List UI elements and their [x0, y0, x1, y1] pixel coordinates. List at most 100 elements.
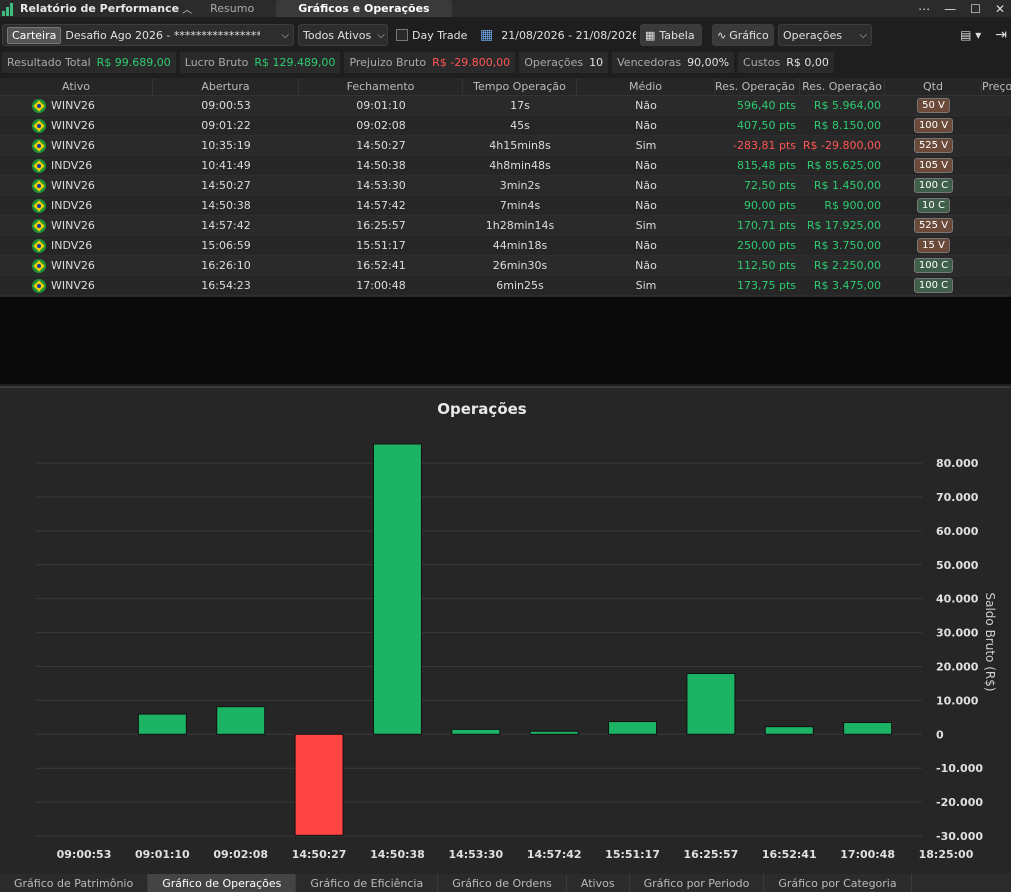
- col-res-rs[interactable]: Res. Operação: [800, 78, 885, 95]
- cell-ativo: WINV26: [0, 278, 153, 293]
- table-row[interactable]: WINV26 14:57:42 16:25:57 1h28min14s Sim 170,7…: [0, 216, 1011, 236]
- cell-fechamento: 14:57:42: [356, 199, 406, 212]
- brazil-flag-icon: [32, 138, 46, 153]
- table-row[interactable]: WINV26 09:00:53 09:01:10 17s Não 596,40 pts R$…: [0, 96, 1011, 116]
- bar-1: [216, 706, 266, 735]
- stat-resultado-total: Resultado Total R$ 99.689,00: [2, 52, 176, 73]
- table-row[interactable]: WINV26 14:50:27 14:53:30 3min2s Não 72,50 pts…: [0, 176, 1011, 196]
- more-options-icon[interactable]: ⋯: [918, 2, 930, 16]
- cell-abertura: 14:57:42: [201, 219, 251, 232]
- minimize-icon[interactable]: —: [944, 2, 956, 16]
- stat-label: Operações: [524, 56, 584, 69]
- cell-res-pts: 173,75 pts: [736, 279, 796, 292]
- tabela-button[interactable]: ▦ Tabela: [640, 24, 702, 46]
- cell-qtd: 100 C: [885, 258, 982, 273]
- table-row[interactable]: INDV26 14:50:38 14:57:42 7min4s Não 90,00 pts…: [0, 196, 1011, 216]
- tab-grafico-categoria[interactable]: Gráfico por Categoria: [764, 874, 912, 892]
- chart-type-select[interactable]: Operações ⌵: [778, 24, 872, 46]
- y-tick-label: 30.000: [936, 627, 979, 640]
- stat-value: R$ 0,00: [786, 56, 829, 69]
- cell-medio: Sim: [635, 279, 657, 292]
- table-row[interactable]: WINV26 16:26:10 16:52:41 26min30s Não 112,50 …: [0, 256, 1011, 276]
- bar-3: [372, 443, 422, 735]
- stat-value: 90,00%: [687, 56, 730, 69]
- tab-resumo[interactable]: Resumo: [192, 0, 272, 17]
- chart-type-value: Operações: [783, 28, 842, 42]
- exit-icon[interactable]: ⇥: [995, 27, 1007, 43]
- assets-filter-select[interactable]: Todos Ativos ⌵: [298, 24, 388, 46]
- col-abertura[interactable]: Abertura: [153, 78, 299, 95]
- col-qtd[interactable]: Qtd: [885, 78, 982, 95]
- cell-qtd: 100 V: [885, 118, 982, 133]
- x-tick-label: 17:00:48: [840, 848, 895, 861]
- chevron-up-icon[interactable]: ︿: [182, 1, 192, 16]
- col-ativo[interactable]: Ativo: [0, 78, 153, 95]
- brazil-flag-icon: [32, 238, 46, 253]
- carteira-button[interactable]: Carteira: [7, 26, 62, 44]
- tab-graficos-operacoes[interactable]: Gráficos e Operações: [276, 0, 452, 17]
- qty-badge: 100 V: [913, 118, 954, 133]
- cell-qtd: 105 V: [885, 158, 982, 173]
- grafico-button[interactable]: ∿ Gráfico: [712, 24, 774, 46]
- table-row[interactable]: WINV26 10:35:19 14:50:27 4h15min8s Sim -283,8…: [0, 136, 1011, 156]
- checkbox-icon[interactable]: [396, 29, 408, 41]
- cell-ativo: INDV26: [0, 158, 153, 173]
- table-row[interactable]: WINV26 09:01:22 09:02:08 45s Não 407,50 pts R$…: [0, 116, 1011, 136]
- maximize-icon[interactable]: ☐: [970, 2, 981, 16]
- table-row[interactable]: INDV26 15:06:59 15:51:17 44min18s Não 250,00 …: [0, 236, 1011, 256]
- cell-fechamento: 17:00:48: [356, 279, 406, 292]
- empty-panel: [0, 297, 1011, 384]
- qty-badge: 525 V: [913, 138, 954, 153]
- stat-value: R$ 129.489,00: [254, 56, 336, 69]
- close-icon[interactable]: ✕: [995, 2, 1005, 16]
- cell-abertura: 14:50:38: [201, 199, 251, 212]
- chart-title: Operações: [437, 400, 527, 418]
- y-tick-label: 20.000: [936, 660, 979, 673]
- cell-abertura: 10:35:19: [201, 139, 251, 152]
- date-range-value: 21/08/2026 - 21/08/2026: [501, 28, 636, 42]
- tab-grafico-operacoes[interactable]: Gráfico de Operações: [148, 874, 297, 892]
- cell-qtd: 15 V: [885, 238, 982, 253]
- brazil-flag-icon: [32, 278, 46, 293]
- cell-fechamento: 15:51:17: [356, 239, 406, 252]
- export-icon[interactable]: ▤ ▾: [960, 28, 981, 42]
- x-tick-label: 09:00:53: [57, 848, 112, 861]
- tab-grafico-periodo[interactable]: Gráfico por Periodo: [630, 874, 765, 892]
- cell-tempo: 7min4s: [499, 199, 541, 212]
- brazil-flag-icon: [32, 198, 46, 213]
- table-row[interactable]: WINV26 16:54:23 17:00:48 6min25s Sim 173,75 p…: [0, 276, 1011, 296]
- table-row[interactable]: INDV26 10:41:49 14:50:38 4h8min48s Não 815,48…: [0, 156, 1011, 176]
- tab-grafico-patrimonio[interactable]: Gráfico de Patrimônio: [0, 874, 149, 892]
- tab-grafico-ordens[interactable]: Gráfico de Ordens: [438, 874, 567, 892]
- calendar-icon[interactable]: ▦: [480, 27, 493, 43]
- cell-fechamento: 14:53:30: [356, 179, 406, 192]
- tab-ativos[interactable]: Ativos: [567, 874, 630, 892]
- bar-2: [294, 733, 344, 836]
- table-header: Ativo Abertura Fechamento Tempo Operação…: [0, 78, 1011, 96]
- chevron-down-icon: ⌵: [859, 29, 867, 41]
- qty-badge: 50 V: [917, 98, 950, 113]
- col-preco[interactable]: Preço: [982, 78, 1011, 95]
- qty-badge: 525 V: [913, 218, 954, 233]
- portfolio-select[interactable]: Carteira Desafio Ago 2026 - ************…: [2, 24, 294, 46]
- cell-res-pts: 72,50 pts: [743, 179, 796, 192]
- cell-tempo: 45s: [510, 119, 530, 132]
- daytrade-checkbox[interactable]: Day Trade: [392, 24, 472, 46]
- tab-grafico-eficiencia[interactable]: Gráfico de Eficiência: [296, 874, 439, 892]
- cell-medio: Não: [635, 239, 657, 252]
- stat-label: Vencedoras: [617, 56, 682, 69]
- bar-6: [608, 721, 658, 735]
- date-range-picker[interactable]: ▦ 21/08/2026 - 21/08/2026: [476, 24, 636, 46]
- col-tempo[interactable]: Tempo Operação: [463, 78, 577, 95]
- cell-ativo: WINV26: [0, 178, 153, 193]
- cell-abertura: 10:41:49: [201, 159, 251, 172]
- stat-vencedoras: Vencedoras 90,00%: [612, 52, 735, 73]
- col-fechamento[interactable]: Fechamento: [299, 78, 463, 95]
- cell-ativo: INDV26: [0, 198, 153, 213]
- col-medio[interactable]: Médio: [577, 78, 715, 95]
- qty-badge: 100 C: [913, 278, 954, 293]
- stat-label: Resultado Total: [7, 56, 91, 69]
- table-body: WINV26 09:00:53 09:01:10 17s Não 596,40 pts R$…: [0, 96, 1011, 296]
- cell-ativo: INDV26: [0, 238, 153, 253]
- col-res-pts[interactable]: Res. Operação (: [715, 78, 800, 95]
